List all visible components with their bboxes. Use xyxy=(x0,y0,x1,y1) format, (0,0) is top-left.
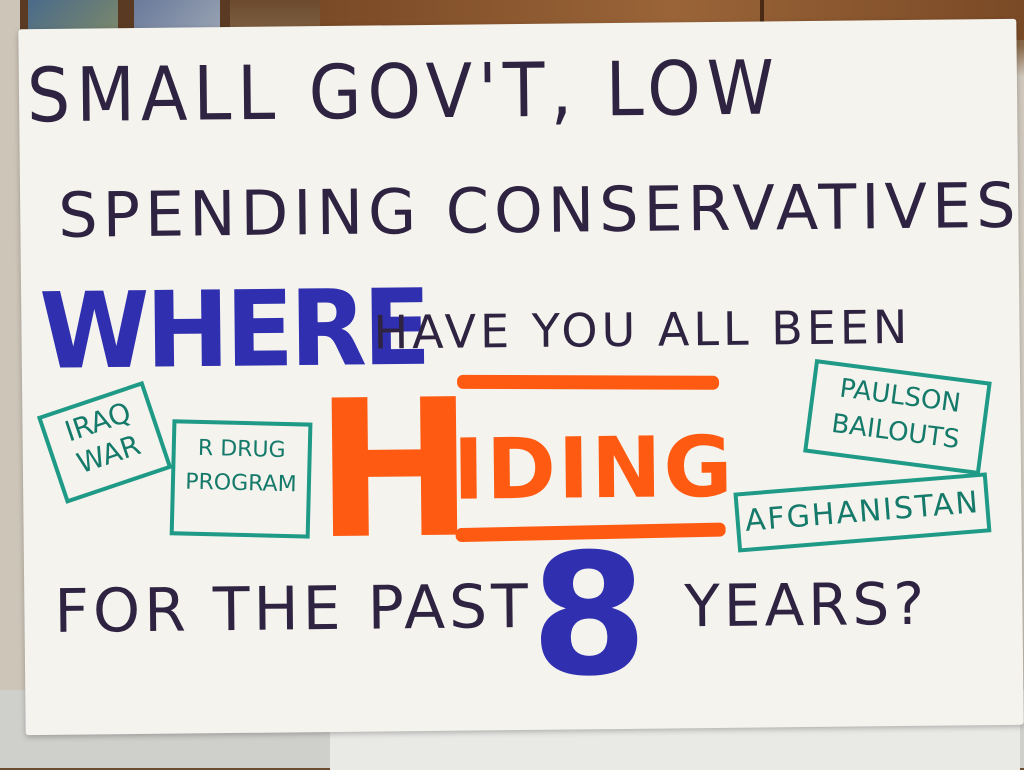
protest-sign: SMALL GOV'T, LOW SPENDING CONSERVATIVES … xyxy=(18,18,1024,736)
sign-line-have-you-all-been: HAVE YOU ALL BEEN xyxy=(373,299,912,360)
sign-word-hiding-rest: IDING xyxy=(452,417,735,519)
box-afghanistan: AFGHANISTAN xyxy=(733,472,992,553)
box-rx-line-2: PROGRAM xyxy=(184,469,297,498)
sign-line-for-the-past: FOR THE PAST xyxy=(54,571,533,647)
box-paulson-bailouts: PAULSON BAILOUTS xyxy=(803,358,992,476)
sign-number-eight: 8 xyxy=(529,516,651,714)
sign-line-small-govt: SMALL GOV'T, LOW xyxy=(26,45,781,141)
box-iraq-war: IRAQ WAR xyxy=(36,380,173,504)
sign-line-years: YEARS? xyxy=(684,569,929,641)
hiding-underline-top xyxy=(457,374,720,390)
box-rx-drug-program: R DRUG PROGRAM xyxy=(169,419,313,539)
box-rx-line-1: R DRUG xyxy=(197,435,286,464)
sign-line-spending-conservatives: SPENDING CONSERVATIVES xyxy=(57,168,1021,252)
